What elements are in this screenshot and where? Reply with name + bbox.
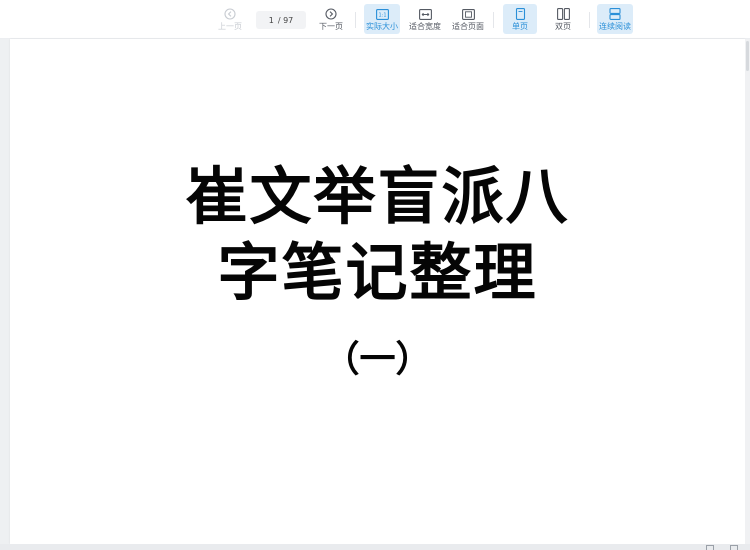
toolbar-divider bbox=[493, 12, 494, 28]
double-page-button[interactable]: 双页 bbox=[546, 4, 580, 34]
toolbar-divider bbox=[589, 12, 590, 28]
continuous-scroll-icon bbox=[608, 7, 622, 21]
fit-page-button[interactable]: 适合页面 bbox=[450, 4, 486, 34]
document-page: 崔文举盲派八 字笔记整理 （一） bbox=[10, 39, 745, 544]
single-page-button[interactable]: 单页 bbox=[503, 4, 537, 34]
fit-width-button[interactable]: 适合宽度 bbox=[407, 4, 443, 34]
prev-page-button[interactable]: 上一页 bbox=[215, 4, 245, 34]
single-page-label: 单页 bbox=[512, 22, 528, 31]
page-total: / 97 bbox=[277, 15, 294, 25]
actual-size-button[interactable]: 1:1 实际大小 bbox=[364, 4, 400, 34]
double-page-icon bbox=[556, 7, 570, 21]
fit-page-label: 适合页面 bbox=[452, 22, 484, 31]
next-page-button[interactable]: 下一页 bbox=[316, 4, 346, 34]
scrollbar-thumb[interactable] bbox=[746, 41, 749, 71]
single-page-icon bbox=[513, 7, 527, 21]
continuous-reading-label: 连续阅读 bbox=[599, 22, 631, 31]
actual-size-label: 实际大小 bbox=[366, 22, 398, 31]
page-indicator[interactable]: 1 / 97 bbox=[256, 11, 306, 29]
page-view-icon[interactable] bbox=[706, 545, 714, 550]
fit-page-icon bbox=[461, 7, 475, 21]
fit-width-icon bbox=[418, 7, 432, 21]
chevron-right-circle-icon bbox=[324, 7, 338, 21]
document-subtitle: （一） bbox=[323, 339, 432, 380]
svg-text:1:1: 1:1 bbox=[378, 12, 386, 18]
double-page-label: 双页 bbox=[555, 22, 571, 31]
document-viewport[interactable]: 崔文举盲派八 字笔记整理 （一） bbox=[0, 39, 750, 544]
vertical-scrollbar[interactable] bbox=[745, 39, 750, 544]
continuous-reading-button[interactable]: 连续阅读 bbox=[597, 4, 633, 34]
actual-size-icon: 1:1 bbox=[375, 7, 389, 21]
next-page-label: 下一页 bbox=[319, 22, 343, 31]
grid-view-icon[interactable] bbox=[730, 545, 738, 550]
toolbar-divider bbox=[355, 12, 356, 28]
viewer-toolbar: 上一页 1 / 97 下一页 1:1 实际大小 适合宽度 适合页面 单页 双页 … bbox=[0, 0, 750, 39]
document-title-line-2: 字笔记整理 bbox=[217, 236, 538, 309]
chevron-left-circle-icon bbox=[223, 7, 237, 21]
pdf-viewer: 上一页 1 / 97 下一页 1:1 实际大小 适合宽度 适合页面 单页 双页 … bbox=[0, 0, 750, 550]
fit-width-label: 适合宽度 bbox=[409, 22, 441, 31]
document-title-line-1: 崔文举盲派八 bbox=[185, 160, 570, 233]
status-bar bbox=[0, 544, 750, 550]
prev-page-label: 上一页 bbox=[218, 22, 242, 31]
page-current: 1 bbox=[268, 15, 274, 25]
